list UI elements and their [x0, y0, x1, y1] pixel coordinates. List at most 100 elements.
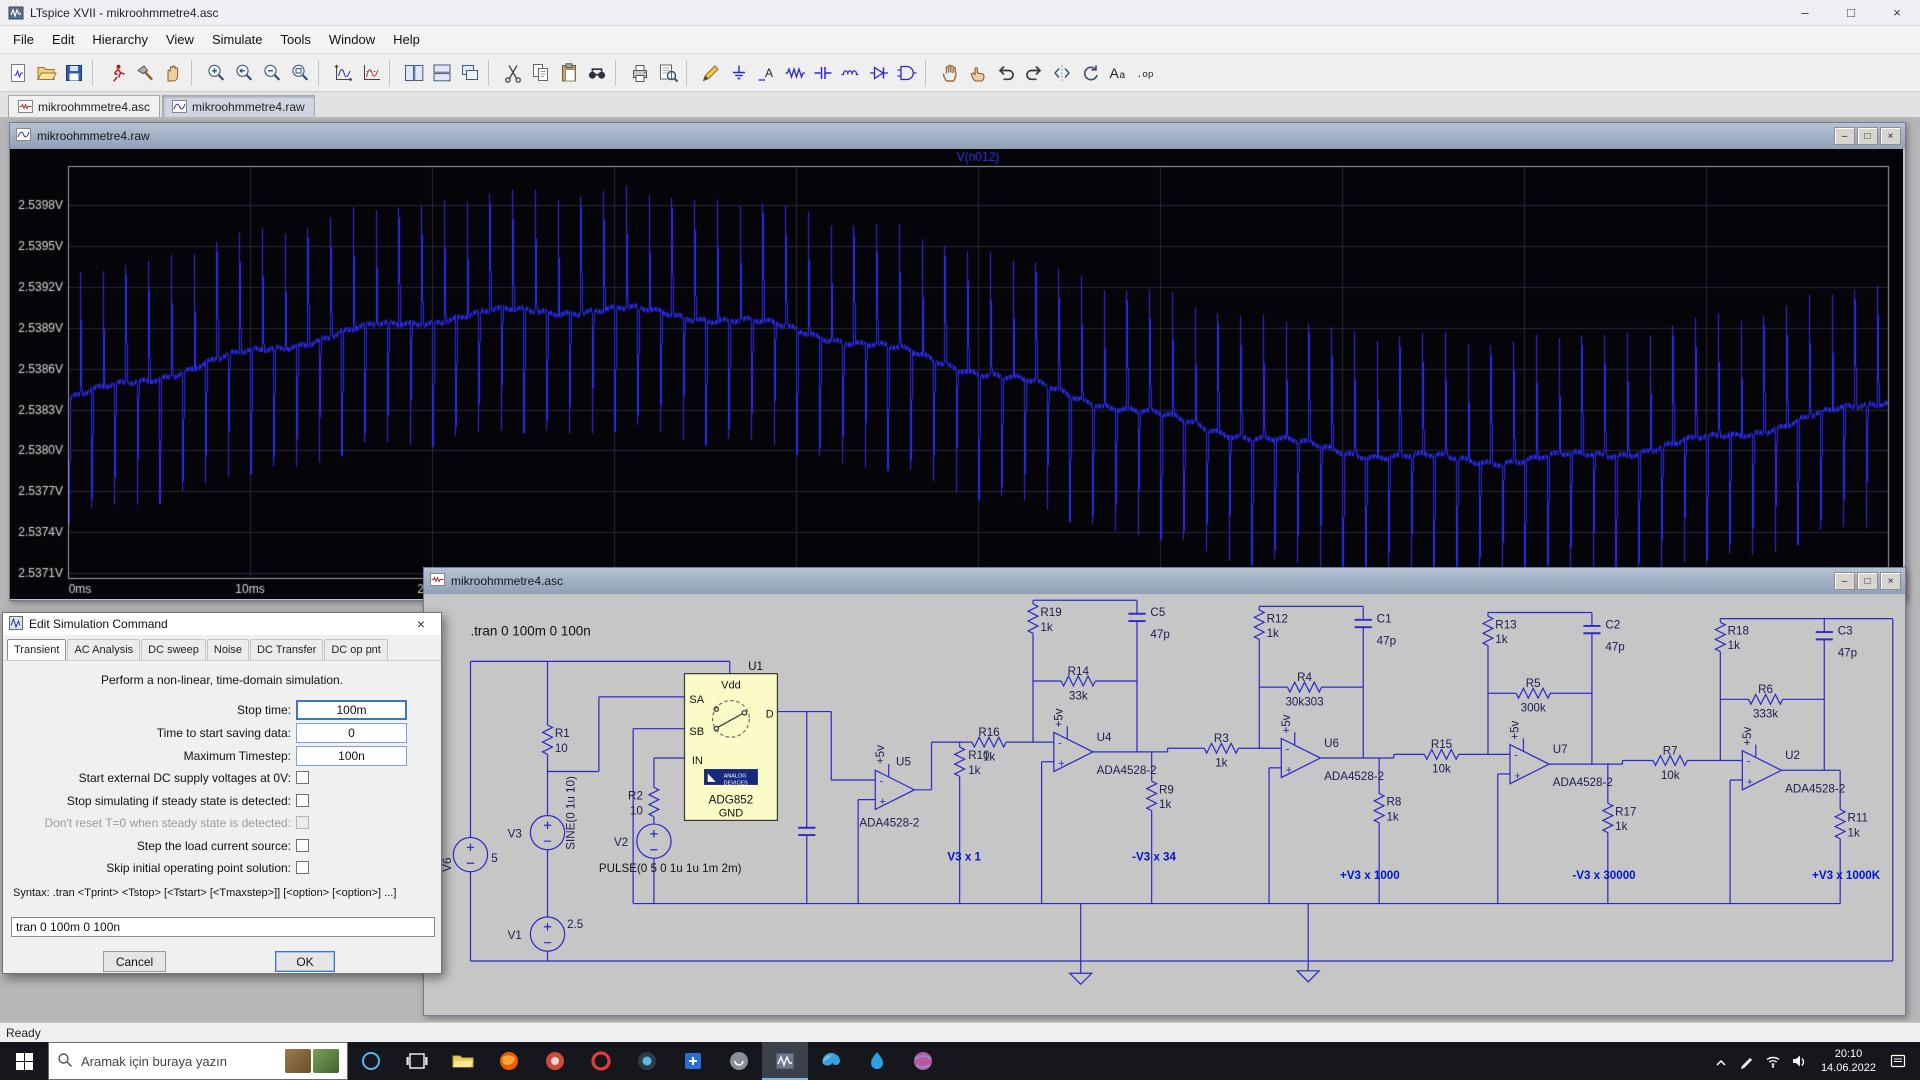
dialog-tab-dc-sweep[interactable]: DC sweep	[141, 639, 206, 660]
ground-icon[interactable]	[725, 59, 752, 87]
new-schematic-icon[interactable]	[4, 59, 31, 87]
tab-mikroohmmetre4.raw[interactable]: mikroohmmetre4.raw	[162, 95, 315, 117]
save-icon[interactable]	[60, 59, 87, 87]
dialog-tab-dc-transfer[interactable]: DC Transfer	[250, 639, 323, 660]
waveform-window-titlebar[interactable]: mikroohmmetre4.raw – □ ×	[10, 123, 1905, 149]
tile-horizontal-icon[interactable]	[428, 59, 455, 87]
tile-vertical-icon[interactable]	[400, 59, 427, 87]
plot-settings-icon[interactable]	[357, 59, 384, 87]
zoom-back-icon[interactable]	[230, 59, 257, 87]
taskbar-app-app-blue-icon[interactable]	[670, 1042, 716, 1080]
wave-minimize-icon[interactable]: –	[1834, 127, 1855, 145]
close-icon[interactable]: ×	[1874, 0, 1920, 25]
menu-simulate[interactable]: Simulate	[203, 28, 272, 51]
field-input-3[interactable]	[296, 746, 407, 766]
taskbar-app-app-dark-icon[interactable]	[624, 1042, 670, 1080]
menu-window[interactable]: Window	[320, 28, 384, 51]
waveform-plot[interactable]	[10, 149, 1903, 599]
redo-icon[interactable]	[1020, 59, 1047, 87]
zoom-in-icon[interactable]	[202, 59, 229, 87]
dialog-tab-dc-op-pnt[interactable]: DC op pnt	[324, 639, 388, 660]
schematic-canvas[interactable]: -+-+-+-+-+.tran 0 100m 0 100nR191kC547pR…	[424, 594, 1905, 1015]
move-icon[interactable]	[936, 59, 963, 87]
control-panel-icon[interactable]	[131, 59, 158, 87]
checkbox[interactable]	[296, 839, 309, 852]
net-label-icon[interactable]: A	[753, 59, 780, 87]
open-icon[interactable]	[32, 59, 59, 87]
menu-tools[interactable]: Tools	[272, 28, 320, 51]
maximize-icon[interactable]: □	[1828, 0, 1874, 25]
dialog-tab-ac-analysis[interactable]: AC Analysis	[67, 639, 140, 660]
taskbar-app-opera-icon[interactable]	[578, 1042, 624, 1080]
drag-icon[interactable]	[964, 59, 991, 87]
text-icon[interactable]: Aa	[1104, 59, 1131, 87]
zoom-out-icon[interactable]	[258, 59, 285, 87]
wave-maximize-icon[interactable]: □	[1857, 127, 1878, 145]
checkbox[interactable]	[296, 771, 309, 784]
copy-icon[interactable]	[527, 59, 554, 87]
field-input-1[interactable]	[296, 700, 407, 720]
autorange-icon[interactable]	[329, 59, 356, 87]
dialog-close-icon[interactable]: ×	[407, 616, 435, 632]
schematic-window-titlebar[interactable]: mikroohmmetre4.asc – □ ×	[424, 568, 1905, 594]
run-icon[interactable]	[103, 59, 130, 87]
wave-close-icon[interactable]: ×	[1880, 127, 1901, 145]
halt-icon[interactable]	[159, 59, 186, 87]
dialog-titlebar[interactable]: Edit Simulation Command ×	[3, 613, 441, 635]
start-button[interactable]	[0, 1042, 48, 1080]
inductor-icon[interactable]	[837, 59, 864, 87]
taskbar-app-app-red-icon[interactable]	[532, 1042, 578, 1080]
schem-maximize-icon[interactable]: □	[1857, 572, 1878, 590]
menu-hierarchy[interactable]: Hierarchy	[83, 28, 157, 51]
cut-icon[interactable]	[499, 59, 526, 87]
capacitor-icon[interactable]	[809, 59, 836, 87]
zoom-full-icon[interactable]	[286, 59, 313, 87]
field-input-2[interactable]	[296, 723, 407, 743]
notification-center-icon[interactable]	[1886, 1042, 1910, 1080]
taskbar-app-cortana-icon[interactable]	[348, 1042, 394, 1080]
print-preview-icon[interactable]	[654, 59, 681, 87]
spice-directive-icon[interactable]: .op	[1132, 59, 1159, 87]
component-icon[interactable]	[893, 59, 920, 87]
find-icon[interactable]	[583, 59, 610, 87]
menu-edit[interactable]: Edit	[43, 28, 83, 51]
checkbox[interactable]	[296, 861, 309, 874]
tab-mikroohmmetre4.asc[interactable]: mikroohmmetre4.asc	[8, 95, 160, 117]
mirror-icon[interactable]	[1048, 59, 1075, 87]
wire-pencil-icon[interactable]	[697, 59, 724, 87]
command-input[interactable]	[11, 917, 435, 937]
schem-minimize-icon[interactable]: –	[1834, 572, 1855, 590]
tray-hidden-icons-icon[interactable]	[1709, 1042, 1733, 1080]
rotate-icon[interactable]	[1076, 59, 1103, 87]
menu-help[interactable]: Help	[384, 28, 429, 51]
checkbox[interactable]	[296, 794, 309, 807]
diode-icon[interactable]	[865, 59, 892, 87]
taskbar-app-task-view-icon[interactable]	[394, 1042, 440, 1080]
ok-button[interactable]: OK	[275, 951, 335, 972]
tray-pen-icon[interactable]	[1735, 1042, 1759, 1080]
menu-view[interactable]: View	[157, 28, 203, 51]
minimize-icon[interactable]: –	[1782, 0, 1828, 25]
cancel-button[interactable]: Cancel	[103, 951, 166, 972]
menu-file[interactable]: File	[4, 28, 43, 51]
tray-volume-icon[interactable]	[1787, 1042, 1811, 1080]
dialog-tab-noise[interactable]: Noise	[207, 639, 249, 660]
taskbar-clock[interactable]: 20:1014.06.2022	[1813, 1047, 1884, 1076]
taskbar-app-app-drop-icon[interactable]	[854, 1042, 900, 1080]
schem-close-icon[interactable]: ×	[1880, 572, 1901, 590]
cascade-icon[interactable]	[456, 59, 483, 87]
search-input[interactable]: Aramak için buraya yazın	[48, 1042, 348, 1080]
print-icon[interactable]	[626, 59, 653, 87]
taskbar-app-ltspice-icon[interactable]	[762, 1042, 808, 1080]
taskbar-app-app-gray-icon[interactable]	[716, 1042, 762, 1080]
undo-icon[interactable]	[992, 59, 1019, 87]
tray-network-icon[interactable]	[1761, 1042, 1785, 1080]
taskbar-app-file-explorer-icon[interactable]	[440, 1042, 486, 1080]
paste-icon[interactable]	[555, 59, 582, 87]
taskbar-app-firefox-icon[interactable]	[486, 1042, 532, 1080]
resistor-icon[interactable]	[781, 59, 808, 87]
search-highlight-thumbnails[interactable]	[285, 1049, 339, 1073]
taskbar-app-app-sphere-icon[interactable]	[900, 1042, 946, 1080]
dialog-tab-transient[interactable]: Transient	[7, 639, 66, 660]
taskbar-app-edge-icon[interactable]	[808, 1042, 854, 1080]
